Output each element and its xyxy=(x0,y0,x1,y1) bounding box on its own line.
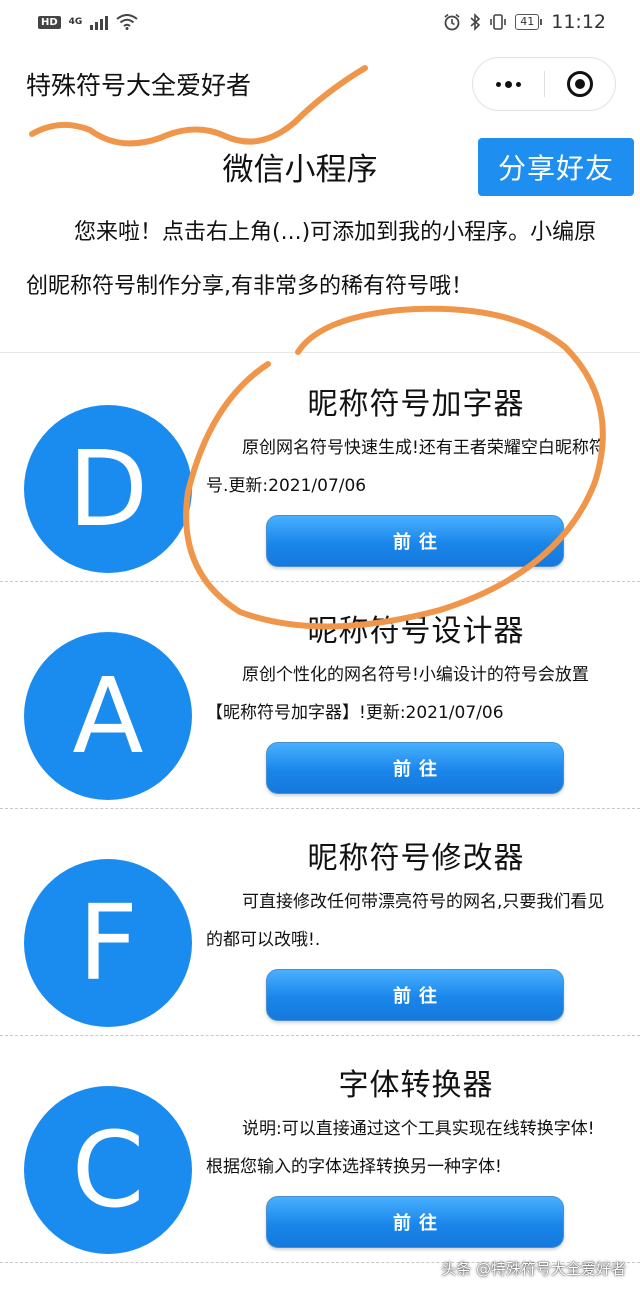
tool-avatar: A xyxy=(24,632,192,800)
tool-card-nickname-designer: A 昵称符号设计器 原创个性化的网名符号!小编设计的符号会放置【昵称符号加字器】… xyxy=(0,582,640,809)
go-button[interactable]: 前往 xyxy=(266,1196,564,1248)
tool-avatar: D xyxy=(24,405,192,573)
go-button[interactable]: 前往 xyxy=(266,515,564,567)
section-divider xyxy=(0,352,640,353)
close-button[interactable] xyxy=(545,58,616,110)
tool-avatar: C xyxy=(24,1086,192,1254)
tool-title: 昵称符号设计器 xyxy=(307,614,525,649)
tool-list: D 昵称符号加字器 原创网名符号快速生成!还有王者荣耀空白昵称符号.更新:202… xyxy=(0,355,640,1263)
tool-card-nickname-modifier: F 昵称符号修改器 可直接修改任何带漂亮符号的网名,只要我们看见的都可以改哦!.… xyxy=(0,809,640,1036)
wifi-icon xyxy=(116,14,138,30)
status-time: 11:12 xyxy=(551,11,606,33)
hd-badge: HD xyxy=(38,15,61,29)
app-title: 特殊符号大全爱好者 xyxy=(26,71,252,100)
tool-title: 昵称符号修改器 xyxy=(307,841,525,876)
tool-avatar: F xyxy=(24,859,192,1027)
tool-card-font-converter: C 字体转换器 说明:可以直接通过这个工具实现在线转换字体!根据您输入的字体选择… xyxy=(0,1036,640,1263)
tool-description: 原创网名符号快速生成!还有王者荣耀空白昵称符号.更新:2021/07/06 xyxy=(206,438,606,496)
more-dots-icon xyxy=(495,80,521,88)
more-button[interactable] xyxy=(473,58,544,110)
intro-text: 您来啦！点击右上角(...)可添加到我的小程序。小编原创昵称符号制作分享,有非常… xyxy=(26,220,597,299)
share-friends-button[interactable]: 分享好友 xyxy=(478,138,634,196)
alarm-icon xyxy=(444,13,460,31)
go-button[interactable]: 前往 xyxy=(266,742,564,794)
status-right: 41 11:12 xyxy=(443,11,606,33)
tool-title: 昵称符号加字器 xyxy=(307,387,525,422)
go-button[interactable]: 前往 xyxy=(266,969,564,1021)
close-target-icon xyxy=(566,71,593,97)
mini-program-capsule xyxy=(472,57,616,111)
tool-description: 原创个性化的网名符号!小编设计的符号会放置【昵称符号加字器】!更新:2021/0… xyxy=(206,665,589,723)
tool-description: 可直接修改任何带漂亮符号的网名,只要我们看见的都可以改哦!. xyxy=(206,892,605,950)
vibrate-icon xyxy=(490,14,507,30)
battery-icon: 41 xyxy=(515,14,543,30)
status-bar: HD 4G 41 11:12 xyxy=(0,0,640,44)
signal-icon xyxy=(90,14,109,30)
tool-description: 说明:可以直接通过这个工具实现在线转换字体!根据您输入的字体选择转换另一种字体! xyxy=(206,1119,595,1177)
tool-card-nickname-adder: D 昵称符号加字器 原创网名符号快速生成!还有王者荣耀空白昵称符号.更新:202… xyxy=(0,355,640,582)
tool-title: 字体转换器 xyxy=(338,1068,494,1103)
status-left: HD 4G xyxy=(38,14,138,30)
watermark: 头条 @特殊符号大全爱好者 xyxy=(441,1260,626,1278)
bluetooth-icon xyxy=(470,13,481,31)
network-type: 4G xyxy=(68,17,83,27)
